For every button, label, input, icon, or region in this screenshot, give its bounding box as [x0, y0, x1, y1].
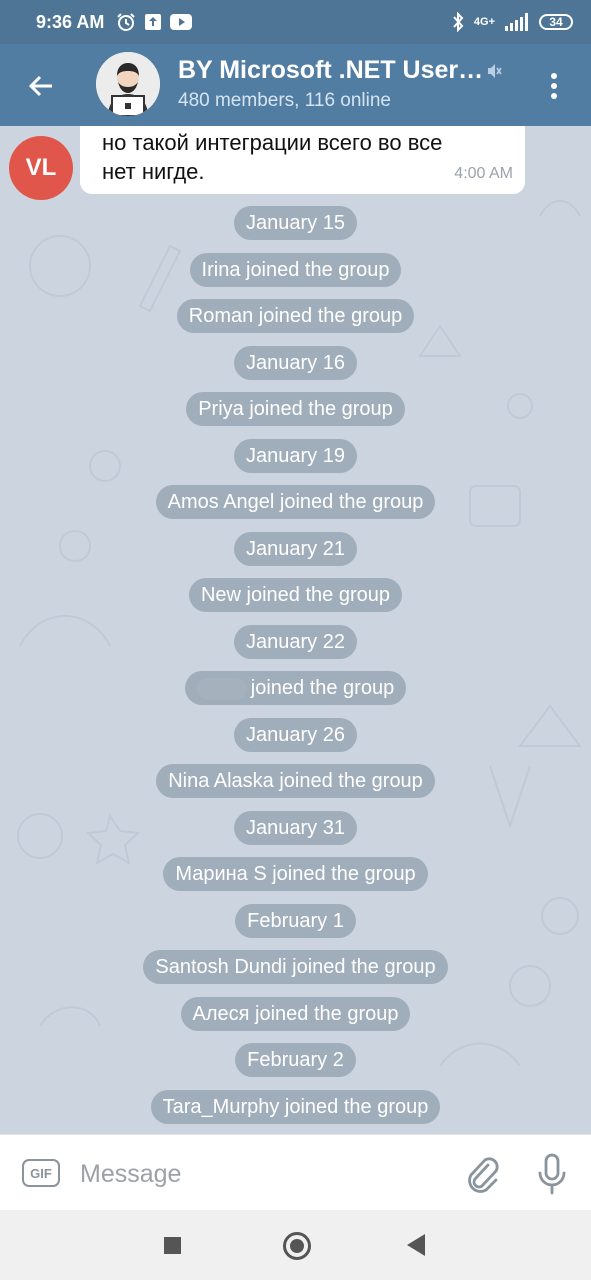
message-text: но такой интеграции всего во все нет ниг… [102, 130, 443, 184]
back-button[interactable] [407, 1234, 425, 1256]
join-notice-text: joined the group [250, 677, 395, 699]
join-notice-redacted[interactable]: joined the group [184, 671, 407, 705]
gif-label: GIF [30, 1165, 52, 1181]
date-separator: January 16 [234, 345, 357, 380]
date-separator: February 1 [235, 903, 356, 938]
message-input[interactable] [78, 1155, 422, 1193]
join-notice[interactable]: Santosh Dundi joined the group [143, 950, 448, 984]
join-notice[interactable]: Алеся joined the group [180, 996, 411, 1031]
service-message-list: January 15 Irina joined the group Roman … [0, 206, 591, 1134]
muted-icon [488, 64, 502, 78]
join-notice[interactable]: Nina Alaska joined the group [156, 764, 435, 798]
join-notice[interactable]: Amos Angel joined the group [155, 485, 436, 519]
home-button[interactable] [283, 1232, 311, 1260]
sender-avatar[interactable]: VL [9, 136, 73, 200]
recents-button[interactable] [164, 1237, 181, 1254]
chat-header: BY Microsoft .NET User Group 480 members… [0, 44, 591, 126]
redacted-name [196, 677, 247, 700]
group-avatar[interactable] [96, 52, 160, 116]
join-notice[interactable]: Tara_Murphy joined the group [150, 1089, 441, 1124]
date-separator: January 19 [234, 438, 357, 473]
battery-level: 34 [549, 15, 563, 29]
youtube-icon [170, 14, 193, 30]
sender-initials: VL [25, 154, 57, 181]
date-separator: January 26 [234, 717, 357, 752]
more-options-icon[interactable] [546, 68, 562, 104]
back-arrow-icon[interactable] [22, 68, 62, 104]
date-separator: January 22 [234, 624, 357, 659]
paperclip-icon[interactable] [464, 1155, 500, 1195]
bluetooth-icon [453, 12, 464, 32]
join-notice[interactable]: Roman joined the group [176, 299, 415, 333]
chat-title[interactable]: BY Microsoft .NET User Group [178, 56, 488, 85]
status-time: 9:36 AM [36, 11, 105, 32]
members-online-count: 480 members, 116 online [178, 90, 391, 111]
date-separator: February 2 [235, 1043, 356, 1077]
join-notice[interactable]: Irina joined the group [189, 252, 402, 287]
upload-icon [145, 14, 162, 30]
alarm-icon [117, 13, 136, 31]
battery-icon: 34 [539, 14, 573, 30]
signal-icon [505, 13, 528, 31]
join-notice[interactable]: New joined the group [188, 578, 402, 612]
network-type: 4G+ [473, 16, 495, 28]
status-bar: 9:36 AM 4G+ 34 [0, 0, 591, 44]
join-notice[interactable]: Марина S joined the group [163, 857, 428, 891]
gif-button[interactable]: GIF [22, 1159, 60, 1187]
date-separator: January 15 [234, 206, 357, 240]
message-bubble[interactable]: но такой интеграции всего во все нет ниг… [80, 126, 525, 194]
date-separator: January 31 [234, 810, 357, 845]
message-time: 4:00 AM [454, 165, 513, 182]
date-separator: January 21 [234, 531, 357, 566]
join-notice[interactable]: Priya joined the group [186, 392, 405, 426]
system-nav-bar [0, 1210, 591, 1280]
microphone-icon[interactable] [536, 1153, 568, 1195]
message-composer: GIF [0, 1134, 591, 1210]
chat-area[interactable]: VL но такой интеграции всего во все нет … [0, 126, 591, 1134]
